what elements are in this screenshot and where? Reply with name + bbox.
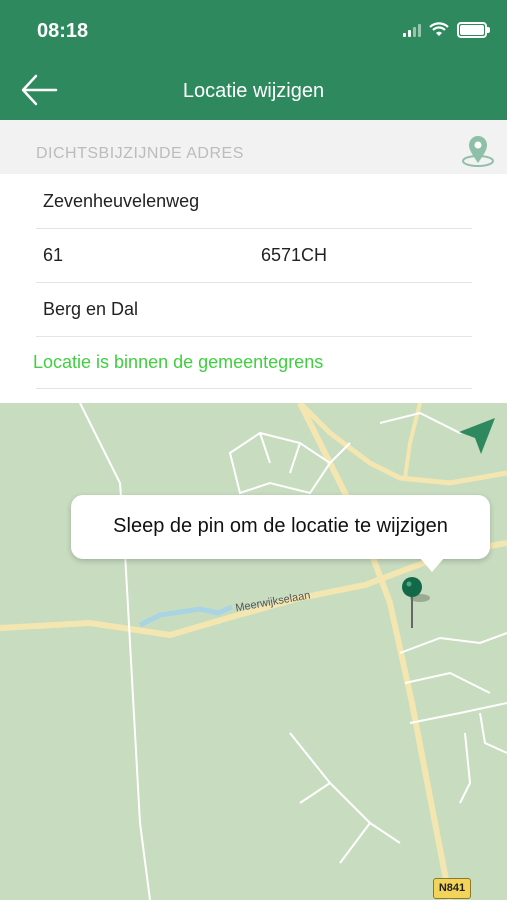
number-postcode-row[interactable]: 61 6571CH xyxy=(36,228,472,283)
battery-icon xyxy=(457,22,490,38)
tooltip-tail xyxy=(420,558,444,572)
status-icons xyxy=(403,22,490,38)
page-title: Locatie wijzigen xyxy=(182,80,325,102)
road-sign-n841: N841 xyxy=(433,878,471,899)
map-pin-icon[interactable] xyxy=(396,574,436,634)
postal-code-value: 6571CH xyxy=(261,245,328,265)
section-header: DICHTSBIJZIJNDE ADRES xyxy=(0,120,507,174)
navigation-arrow-icon[interactable] xyxy=(457,416,497,456)
map-roads xyxy=(0,403,507,900)
street-value: Zevenheuvelenweg xyxy=(43,191,200,211)
section-label: DICHTSBIJZIJNDE ADRES xyxy=(36,145,244,162)
city-row[interactable]: Berg en Dal xyxy=(36,282,472,337)
boundary-status: Locatie is binnen de gemeentegrens xyxy=(33,352,324,372)
location-pin-icon[interactable] xyxy=(460,132,496,168)
divider xyxy=(36,388,472,389)
signal-icon xyxy=(403,23,421,37)
status-time: 08:18 xyxy=(37,20,89,42)
map[interactable]: Meerwijkselaan xyxy=(0,403,507,900)
app-header: 08:18 Locatie wijzigen xyxy=(0,0,507,120)
wifi-icon xyxy=(429,22,449,36)
tooltip-text: Sleep de pin om de locatie te wijzigen xyxy=(113,515,448,537)
street-row[interactable]: Zevenheuvelenweg xyxy=(36,174,472,229)
drag-pin-tooltip: Sleep de pin om de locatie te wijzigen xyxy=(71,495,490,559)
city-value: Berg en Dal xyxy=(43,299,139,319)
house-number-value: 61 xyxy=(43,245,64,265)
